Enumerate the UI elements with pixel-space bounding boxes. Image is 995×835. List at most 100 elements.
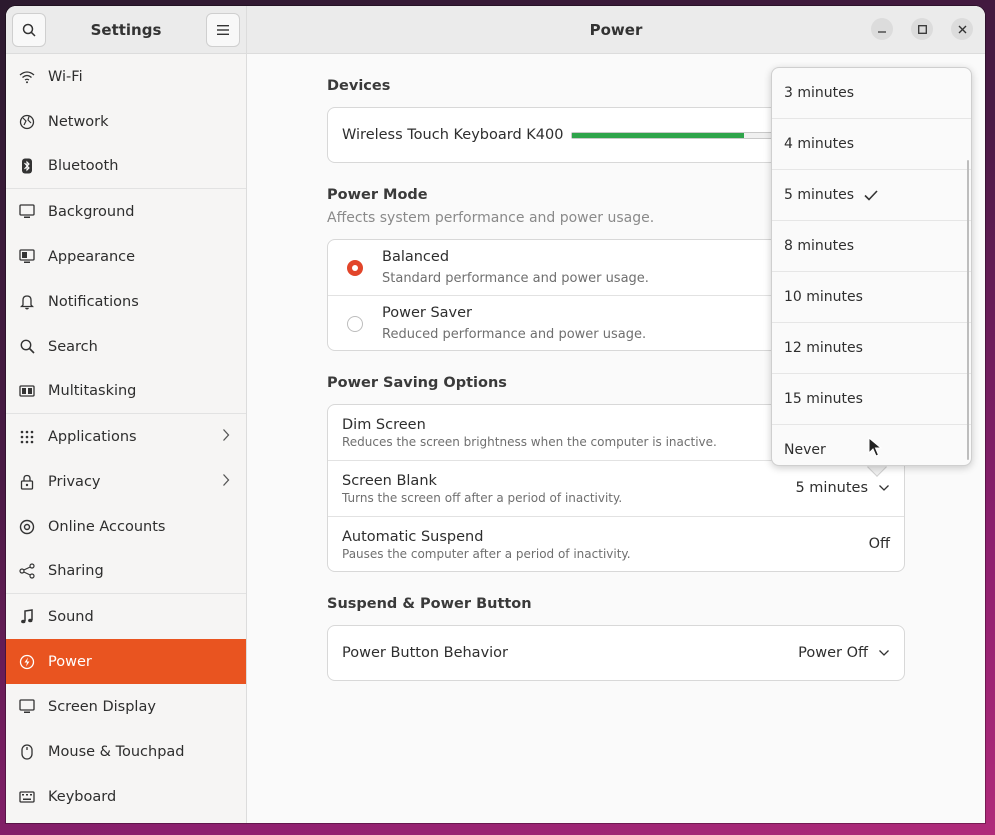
minimize-icon (878, 31, 886, 33)
search-button[interactable] (12, 12, 46, 47)
sidebar-item-privacy[interactable]: Privacy (6, 459, 246, 504)
search-icon (18, 338, 36, 356)
close-button[interactable] (951, 18, 973, 40)
option-label: 4 minutes (784, 136, 855, 152)
sidebar-item-power[interactable]: Power (6, 639, 246, 684)
sidebar-title: Settings (90, 20, 162, 39)
maximize-button[interactable] (911, 18, 933, 40)
checkmark-icon (864, 189, 878, 201)
automatic-suspend-value: Off (868, 536, 890, 552)
menu-button[interactable] (206, 12, 240, 47)
row-desc: Reduces the screen brightness when the c… (342, 435, 717, 449)
option-label: 10 minutes (784, 289, 863, 305)
popover-option[interactable]: 10 minutes (772, 272, 971, 323)
screen-blank-dropdown[interactable]: 5 minutes (795, 480, 890, 496)
popover-option-selected[interactable]: 5 minutes (772, 170, 971, 221)
chevron-right-icon (223, 429, 230, 441)
radio-button[interactable] (347, 316, 363, 332)
power-button-value: Power Off (798, 645, 868, 661)
minimize-button[interactable] (871, 18, 893, 40)
sidebar-item-label: Wi-Fi (48, 68, 83, 85)
appearance-icon (18, 248, 36, 266)
sidebar-item-label: Search (48, 338, 98, 355)
wifi-icon (18, 68, 36, 86)
sidebar-item-label: Screen Display (48, 698, 156, 715)
device-name: Wireless Touch Keyboard K400 (342, 127, 564, 143)
sidebar-item-sharing[interactable]: Sharing (6, 549, 246, 594)
sidebar-item-multitasking[interactable]: Multitasking (6, 369, 246, 414)
monitor-icon (18, 203, 36, 221)
option-label: 12 minutes (784, 340, 863, 356)
power-mode-section-title: Power Mode (327, 187, 428, 203)
screen-blank-value: 5 minutes (795, 480, 868, 496)
sidebar-item-label: Multitasking (48, 383, 137, 399)
sidebar-item-wifi[interactable]: Wi-Fi (6, 54, 246, 99)
automatic-suspend-row[interactable]: Automatic Suspend Pauses the computer af… (328, 517, 904, 571)
sidebar-item-label: Power (48, 653, 92, 670)
popover-option[interactable]: 8 minutes (772, 221, 971, 272)
globe-icon (18, 113, 36, 131)
sidebar: Settings Wi-Fi Network Bluetooth Backgro… (6, 6, 247, 823)
main-header: Power (247, 6, 985, 54)
sidebar-item-label: Notifications (48, 293, 139, 310)
option-label: 8 minutes (784, 238, 855, 254)
power-button-behavior-row[interactable]: Power Button Behavior Power Off (328, 626, 904, 680)
option-title: Balanced (382, 249, 450, 265)
page-title: Power (589, 20, 643, 39)
option-label: Never (784, 442, 826, 458)
option-label: 5 minutes (784, 187, 855, 203)
sidebar-item-label: Sharing (48, 563, 104, 579)
sidebar-item-search[interactable]: Search (6, 324, 246, 369)
popover-scrollbar[interactable] (967, 160, 969, 460)
power-button-dropdown[interactable]: Power Off (798, 645, 890, 661)
screen-blank-popover: 3 minutes 4 minutes 5 minutes 8 minutes … (771, 67, 972, 466)
sidebar-item-label: Mouse & Touchpad (48, 743, 185, 760)
sidebar-item-label: Background (48, 203, 135, 220)
sidebar-item-background[interactable]: Background (6, 189, 246, 234)
sidebar-item-notifications[interactable]: Notifications (6, 279, 246, 324)
sidebar-item-screen-display[interactable]: Screen Display (6, 684, 246, 729)
row-title: Screen Blank (342, 473, 437, 489)
grid-icon (18, 428, 36, 446)
popover-option[interactable]: 15 minutes (772, 374, 971, 425)
lock-icon (18, 473, 36, 491)
sidebar-item-keyboard[interactable]: Keyboard (6, 774, 246, 819)
sidebar-item-label: Network (48, 113, 109, 130)
sidebar-header: Settings (6, 6, 246, 54)
screen-blank-row[interactable]: Screen Blank Turns the screen off after … (328, 461, 904, 517)
sidebar-item-online-accounts[interactable]: Online Accounts (6, 504, 246, 549)
sidebar-item-label: Keyboard (48, 788, 117, 805)
option-desc: Standard performance and power usage. (382, 271, 649, 286)
hamburger-icon (217, 24, 229, 35)
bluetooth-icon (18, 157, 36, 175)
row-desc: Turns the screen off after a period of i… (342, 491, 623, 505)
sidebar-item-mouse-touchpad[interactable]: Mouse & Touchpad (6, 729, 246, 774)
suspend-power-section-title: Suspend & Power Button (327, 596, 532, 612)
option-label: 15 minutes (784, 391, 863, 407)
popover-option[interactable]: 4 minutes (772, 119, 971, 170)
sidebar-item-bluetooth[interactable]: Bluetooth (6, 144, 246, 189)
option-desc: Reduced performance and power usage. (382, 327, 647, 342)
row-title: Dim Screen (342, 417, 426, 433)
sidebar-item-appearance[interactable]: Appearance (6, 234, 246, 279)
option-title: Power Saver (382, 305, 473, 321)
display-icon (18, 698, 36, 716)
sidebar-item-label: Bluetooth (48, 158, 119, 174)
sidebar-item-label: Applications (48, 428, 137, 445)
popover-option[interactable]: 3 minutes (772, 68, 971, 119)
chevron-down-icon (879, 485, 889, 491)
sidebar-item-network[interactable]: Network (6, 99, 246, 144)
popover-option[interactable]: 12 minutes (772, 323, 971, 374)
sidebar-item-applications[interactable]: Applications (6, 414, 246, 459)
chevron-right-icon (223, 474, 230, 486)
radio-button-selected[interactable] (347, 260, 363, 276)
accounts-icon (18, 518, 36, 536)
sidebar-item-sound[interactable]: Sound (6, 594, 246, 639)
row-title: Automatic Suspend (342, 529, 484, 545)
option-label: 3 minutes (784, 85, 855, 101)
sidebar-item-label: Sound (48, 608, 94, 625)
window-controls (871, 18, 973, 40)
chevron-down-icon (879, 650, 889, 656)
share-icon (18, 562, 36, 580)
keyboard-icon (18, 788, 36, 806)
